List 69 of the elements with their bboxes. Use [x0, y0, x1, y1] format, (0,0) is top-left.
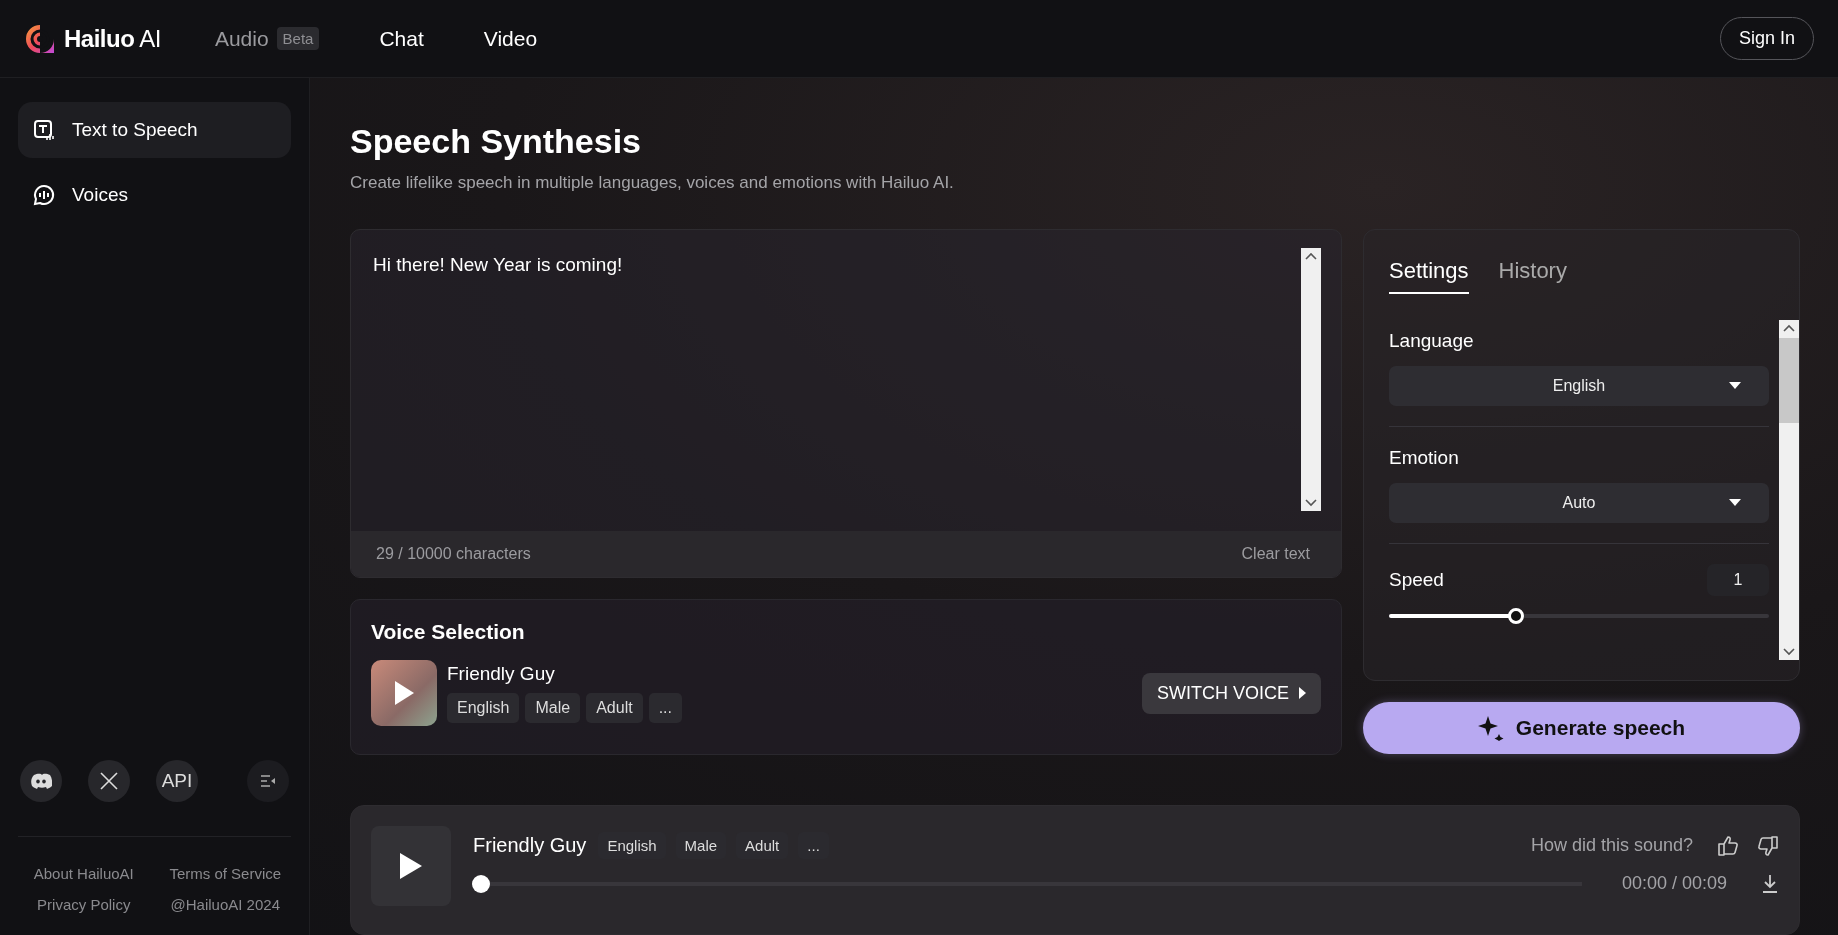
field-label: Language	[1389, 330, 1475, 352]
generate-speech-button[interactable]: Generate speech	[1363, 702, 1800, 754]
logo-text: Hailuo AI	[64, 24, 161, 53]
clear-text-button[interactable]: Clear text	[1235, 544, 1316, 564]
editor-card[interactable]: Hi there! New Year is coming! 29 / 10000 characters Clear text	[350, 229, 1342, 578]
voice-name: Friendly Guy	[447, 663, 556, 685]
play-button[interactable]	[371, 826, 451, 906]
speed-value-field[interactable]: 1	[1707, 564, 1769, 596]
voice-tag: English	[447, 693, 520, 723]
text-speech-icon	[32, 118, 56, 142]
api-button[interactable]: API	[156, 760, 198, 802]
voice-tag: Adult	[586, 693, 643, 723]
playback-time: 00:00 / 00:09	[1621, 873, 1727, 894]
caret-down-icon	[1729, 499, 1741, 506]
thumbs-up-button[interactable]	[1717, 834, 1739, 857]
collapse-icon[interactable]	[260, 774, 276, 788]
voice-tag: Male	[525, 693, 581, 723]
thumbs-down-icon	[1757, 834, 1779, 857]
chevron-down-icon[interactable]	[1783, 648, 1795, 656]
x-button[interactable]	[88, 760, 130, 802]
field-label: Emotion	[1389, 447, 1460, 469]
logo-icon	[24, 22, 56, 55]
sidebar-item[interactable]: Voices	[18, 167, 291, 223]
chat-bubble-icon	[32, 183, 56, 207]
slider-thumb[interactable]	[1508, 608, 1525, 624]
voice-preview-button[interactable]	[371, 660, 437, 726]
download-icon	[1761, 873, 1779, 894]
download-button[interactable]	[1761, 873, 1779, 894]
gamepad-face-icon[interactable]	[30, 773, 52, 789]
dropdown[interactable]: English	[1389, 366, 1769, 406]
collapse-button[interactable]	[247, 760, 289, 802]
sidebar-item[interactable]: Text to Speech	[18, 102, 291, 158]
chevron-up-icon[interactable]	[1783, 324, 1795, 332]
progress-thumb[interactable]	[472, 874, 490, 893]
chevron-up-icon[interactable]	[1305, 252, 1317, 260]
character-counter: 29 / 10000 characters	[376, 545, 531, 563]
discord-button[interactable]	[20, 760, 62, 802]
dropdown[interactable]: Auto	[1389, 483, 1769, 523]
nav-link[interactable]: Chat	[379, 26, 424, 51]
play-icon	[393, 680, 415, 706]
scrollbar-thumb[interactable]	[1779, 338, 1799, 423]
footer-link[interactable]: About HailuoAI	[18, 865, 150, 882]
page-title: Speech Synthesis	[350, 122, 642, 161]
play-icon	[399, 852, 423, 880]
tab[interactable]: History	[1498, 252, 1567, 294]
text-input-field[interactable]: Hi there! New Year is coming!	[371, 248, 1291, 511]
voice-name: Friendly Guy	[473, 834, 587, 857]
footer-link[interactable]: Privacy Policy	[18, 896, 150, 913]
field-label: Speed	[1389, 569, 1444, 591]
section-title: Voice Selection	[371, 620, 526, 644]
scrollbar[interactable]	[1301, 248, 1321, 511]
chevron-down-icon[interactable]	[1305, 499, 1317, 507]
x-icon[interactable]	[99, 771, 119, 791]
footer-link[interactable]: Terms of Service	[159, 865, 291, 882]
beta-badge: Beta	[276, 27, 320, 50]
thumbs-down-button[interactable]	[1757, 834, 1779, 857]
nav-link[interactable]: Audio Beta	[214, 26, 320, 51]
sparkle-icon	[1477, 715, 1504, 741]
nav-link[interactable]: Video	[483, 26, 538, 51]
scrollbar[interactable]	[1779, 320, 1799, 660]
caret-down-icon	[1729, 382, 1741, 389]
page-subtitle: Create lifelike speech in multiple languages, voices and emotions with Hailuo AI.	[350, 173, 955, 193]
tab[interactable]: Settings	[1389, 252, 1469, 294]
caret-right-icon	[1299, 687, 1306, 699]
switch-voice-button[interactable]: SWITCH VOICE	[1142, 672, 1321, 714]
footer-link[interactable]: @HailuoAI 2024	[159, 896, 291, 913]
thumbs-up-icon	[1717, 834, 1739, 857]
feedback-prompt: How did this sound?	[1530, 835, 1693, 856]
voice-tag: ...	[648, 693, 682, 723]
